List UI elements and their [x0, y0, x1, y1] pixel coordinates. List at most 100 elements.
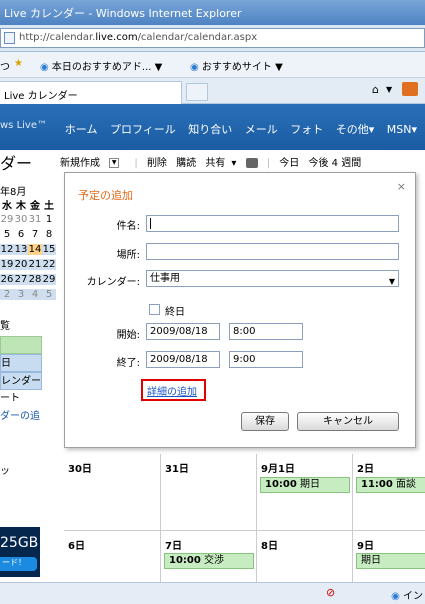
day-cell[interactable]: 31日 [161, 454, 257, 531]
day-cell[interactable]: 9月1日 10:00 期日 [257, 454, 353, 531]
nav-msn[interactable]: MSN▾ [387, 123, 417, 136]
add-calendar-link[interactable]: ダーの追 [0, 408, 42, 426]
delete-button[interactable]: 削除 [147, 158, 167, 169]
url-input[interactable]: http://calendar.live.com/calendar/calend… [0, 28, 425, 48]
mini-calendar-day[interactable]: 27 [14, 274, 28, 285]
today-button[interactable]: 今日 [279, 158, 299, 169]
start-date-input[interactable]: 2009/08/18 [146, 323, 220, 340]
window-titlebar: Live カレンダー - Windows Internet Explorer [0, 0, 425, 25]
close-icon[interactable]: × [397, 180, 406, 193]
event-item[interactable]: 11:00 面談 [356, 477, 425, 493]
mini-calendar-day[interactable]: 4 [28, 289, 42, 300]
security-zone[interactable]: ◉ イン [391, 587, 423, 602]
new-button[interactable]: 新規作成 ▼ [60, 158, 125, 169]
end-date-input[interactable]: 2009/08/18 [146, 351, 220, 368]
mini-calendar-day[interactable]: 8 [42, 229, 56, 240]
mini-calendar-today[interactable]: 14 [28, 244, 42, 255]
live-header: ws Live™ ホーム プロフィール 知り合い メール フォト その他▾ MS… [0, 104, 425, 150]
day-cell[interactable]: 9日 期日 [353, 531, 425, 582]
nav-more[interactable]: その他▾ [336, 123, 375, 136]
mini-calendar-day[interactable]: 30 [14, 214, 28, 225]
event-item[interactable]: 10:00 交渉 [164, 553, 254, 569]
event-item[interactable]: 期日 [356, 553, 425, 569]
favorites-overflow-icon[interactable]: つ [0, 58, 10, 73]
nav-mail[interactable]: メール [245, 123, 278, 136]
mini-calendar-week: 26 27 28 29 [0, 272, 60, 287]
mini-calendar-day[interactable]: 6 [14, 229, 28, 240]
mini-calendar-day[interactable]: 21 [28, 259, 42, 270]
calendar-item-day[interactable]: 日 [0, 354, 42, 372]
mini-calendar-day[interactable]: 2 [0, 289, 14, 300]
fav-recommended-sites[interactable]: ◉ おすすめサイト ▼ [190, 58, 283, 73]
nav-photos[interactable]: フォト [290, 123, 323, 136]
calendar-list: 覧 日 レンダー ート ダーの追 [0, 318, 42, 426]
calendar-select[interactable]: 仕事用 ▼ [146, 270, 399, 287]
mini-calendar-week: 5 6 7 8 [0, 227, 60, 242]
chevron-down-icon[interactable]: ▼ [386, 85, 392, 94]
mini-calendar-day[interactable]: 5 [42, 289, 56, 300]
calendar-item-green[interactable] [0, 336, 42, 354]
mini-calendar-day[interactable]: 28 [28, 274, 42, 285]
weekday-label: 水 [2, 201, 12, 212]
mini-calendar-day[interactable]: 12 [0, 244, 14, 255]
event-item[interactable]: 10:00 期日 [260, 477, 350, 493]
mini-calendar-day[interactable]: 29 [42, 274, 56, 285]
end-time-input[interactable]: 9:00 [229, 351, 303, 368]
new-tab-button[interactable] [186, 83, 208, 101]
subject-input[interactable] [146, 215, 399, 232]
add-favorite-icon[interactable]: ★ [14, 58, 23, 69]
start-time-value: 8:00 [233, 326, 256, 337]
next-4-weeks-button[interactable]: 今後 4 週間 [308, 158, 361, 169]
mini-calendar-day[interactable]: 26 [0, 274, 14, 285]
rss-icon[interactable] [402, 82, 418, 96]
nav-people[interactable]: 知り合い [188, 123, 232, 136]
day-cell[interactable]: 8日 [257, 531, 353, 582]
start-time-input[interactable]: 8:00 [229, 323, 303, 340]
text-caret [150, 218, 151, 229]
ie-page-small-icon: ◉ [40, 62, 49, 73]
subscribe-button[interactable]: 購読 [176, 158, 196, 169]
mini-calendar-day[interactable]: 5 [0, 229, 14, 240]
mini-calendar-day[interactable]: 13 [14, 244, 28, 255]
status-bar: ⊘ ◉ イン [0, 582, 425, 604]
zone-label: イン [403, 591, 423, 602]
storage-ad[interactable]: 25GB ード！ [0, 527, 40, 577]
calendar-toolbar: 新規作成 ▼ | 削除 購読 共有 ▾ | 今日 今後 4 週間 [60, 158, 362, 169]
day-cell[interactable]: 7日 10:00 交渉 [161, 531, 257, 582]
calendar-label: カレンダー: [86, 277, 140, 288]
tab-live-calendar[interactable]: Live カレンダー [0, 81, 182, 104]
calendar-item-calendar[interactable]: レンダー [0, 372, 42, 390]
mini-calendar-day[interactable]: 15 [42, 244, 56, 255]
save-button[interactable]: 保存 [241, 412, 289, 431]
mini-calendar-day[interactable]: 1 [42, 214, 56, 225]
add-details-link[interactable]: 詳細の追加 [141, 379, 206, 401]
chevron-down-icon[interactable]: ▼ [109, 158, 120, 168]
mini-calendar-day[interactable]: 22 [42, 259, 56, 270]
print-icon[interactable] [245, 158, 258, 168]
cancel-button[interactable]: キャンセル [297, 412, 399, 431]
nav-profile[interactable]: プロフィール [110, 123, 176, 136]
storage-button[interactable]: ード！ [0, 557, 37, 571]
mini-calendar-day[interactable]: 3 [14, 289, 28, 300]
fav-recommended-addons[interactable]: ◉ 本日のおすすめアド... ▼ [40, 58, 162, 73]
home-icon[interactable]: ⌂ [372, 83, 379, 96]
day-cell[interactable]: 2日 11:00 面談 [353, 454, 425, 531]
day-cell[interactable]: 30日 [64, 454, 161, 531]
allday-checkbox[interactable] [149, 304, 160, 315]
calendar-item-note[interactable]: ート [0, 390, 42, 408]
mini-calendar-day[interactable]: 20 [14, 259, 28, 270]
mini-calendar-day[interactable]: 29 [0, 214, 14, 225]
mini-calendar-day[interactable]: 31 [28, 214, 42, 225]
day-label: 8日 [261, 541, 278, 552]
nav-home[interactable]: ホーム [65, 123, 98, 136]
misc-label: ッ [0, 466, 10, 477]
day-cell[interactable]: 6日 [64, 531, 161, 582]
favorites-bar: つ ★ ◉ 本日のおすすめアド... ▼ ◉ おすすめサイト ▼ [0, 52, 425, 78]
location-input[interactable] [146, 243, 399, 260]
start-date-value: 2009/08/18 [150, 326, 208, 337]
popup-blocked-icon[interactable]: ⊘ [326, 586, 335, 599]
mini-calendar-day[interactable]: 7 [28, 229, 42, 240]
share-button[interactable]: 共有 ▾ [205, 158, 236, 169]
mini-calendar-day[interactable]: 19 [0, 259, 14, 270]
calendar-grid: 30日 31日 9月1日 10:00 期日 2日 11:00 面談 6日 7日 … [64, 454, 425, 582]
